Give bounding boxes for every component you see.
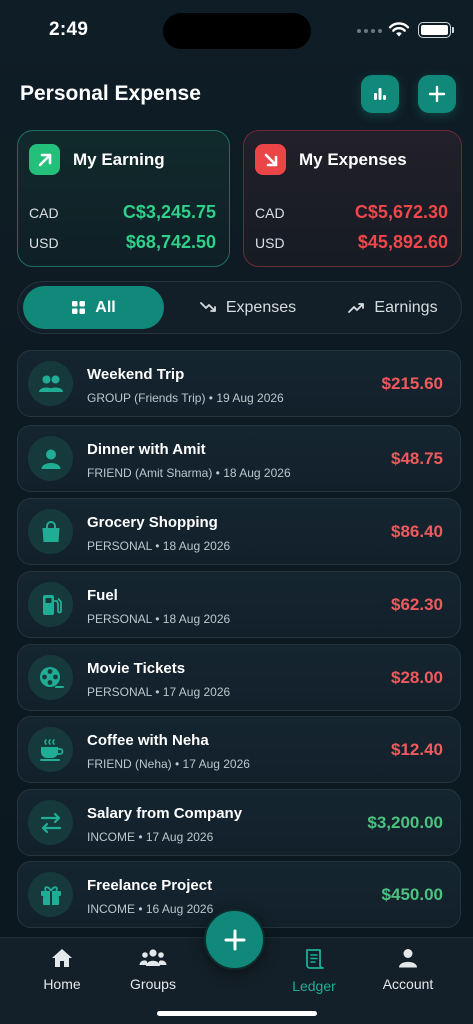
tab-earnings[interactable]: Earnings bbox=[328, 286, 458, 329]
nav-label: Ledger bbox=[292, 978, 336, 994]
tab-label: All bbox=[95, 298, 116, 316]
expenses-amount: $45,892.60 bbox=[357, 232, 448, 252]
trend-up-icon bbox=[348, 303, 365, 313]
transaction-amount: $215.60 bbox=[381, 374, 443, 393]
transaction-amount: $450.00 bbox=[381, 885, 443, 904]
signal-icon bbox=[357, 29, 382, 33]
add-transaction-fab[interactable] bbox=[204, 909, 265, 970]
transaction-subtitle: FRIEND (Amit Sharma) • 18 Aug 2026 bbox=[87, 466, 291, 480]
group-icon bbox=[28, 361, 73, 406]
plus-icon bbox=[428, 85, 446, 103]
transaction-item[interactable]: Dinner with Amit FRIEND (Amit Sharma) • … bbox=[17, 425, 461, 492]
battery-tip bbox=[452, 27, 454, 33]
transaction-amount: $62.30 bbox=[391, 595, 443, 614]
currency-label: CAD bbox=[29, 205, 59, 221]
coffee-cup-icon bbox=[28, 727, 73, 772]
plus-icon bbox=[224, 929, 245, 950]
home-indicator bbox=[157, 1011, 317, 1016]
transaction-subtitle: INCOME • 17 Aug 2026 bbox=[87, 830, 214, 844]
transaction-item[interactable]: Fuel PERSONAL • 18 Aug 2026 $62.30 bbox=[17, 571, 461, 638]
transaction-subtitle: FRIEND (Neha) • 17 Aug 2026 bbox=[87, 757, 250, 771]
home-icon bbox=[52, 949, 72, 967]
battery-icon bbox=[418, 22, 451, 38]
transaction-amount: $3,200.00 bbox=[367, 813, 443, 832]
arrow-up-right-icon bbox=[29, 144, 60, 175]
earning-row-usd: USD $68,742.50 bbox=[29, 232, 216, 253]
transaction-title: Coffee with Neha bbox=[87, 732, 209, 749]
tab-label: Earnings bbox=[374, 298, 438, 316]
earning-title: My Earning bbox=[73, 150, 165, 169]
transaction-title: Freelance Project bbox=[87, 877, 213, 894]
transaction-amount: $86.40 bbox=[391, 522, 443, 541]
nav-account[interactable]: Account bbox=[368, 948, 448, 992]
shopping-bag-icon bbox=[28, 509, 73, 554]
nav-ledger[interactable]: Ledger bbox=[274, 948, 354, 994]
transaction-subtitle: INCOME • 16 Aug 2026 bbox=[87, 902, 214, 916]
earning-card[interactable]: My Earning CAD C$3,245.75 USD $68,742.50 bbox=[17, 130, 230, 267]
transaction-title: Grocery Shopping bbox=[87, 514, 218, 531]
transaction-item[interactable]: Movie Tickets PERSONAL • 17 Aug 2026 $28… bbox=[17, 644, 461, 711]
filter-tabs: All Expenses Earnings bbox=[17, 281, 462, 334]
transaction-subtitle: PERSONAL • 18 Aug 2026 bbox=[87, 539, 231, 553]
earning-amount: $68,742.50 bbox=[125, 232, 216, 252]
transaction-title: Salary from Company bbox=[87, 805, 243, 822]
groups-icon bbox=[139, 949, 167, 966]
transfer-arrows-icon bbox=[28, 800, 73, 845]
add-button[interactable] bbox=[418, 75, 456, 113]
fuel-pump-icon bbox=[28, 582, 73, 627]
grid-icon bbox=[72, 301, 86, 314]
earning-row-cad: CAD C$3,245.75 bbox=[29, 202, 216, 223]
status-time: 2:49 bbox=[49, 19, 89, 40]
earning-amount: C$3,245.75 bbox=[122, 202, 216, 222]
transaction-title: Weekend Trip bbox=[87, 366, 185, 383]
person-icon bbox=[28, 436, 73, 481]
transaction-title: Movie Tickets bbox=[87, 660, 186, 677]
film-reel-icon bbox=[28, 655, 73, 700]
currency-label: USD bbox=[29, 235, 59, 251]
trend-down-icon bbox=[199, 302, 216, 312]
gift-icon bbox=[28, 872, 73, 917]
expenses-card[interactable]: My Expenses CAD C$5,672.30 USD $45,892.6… bbox=[243, 130, 462, 267]
stats-button[interactable] bbox=[361, 75, 399, 113]
transaction-subtitle: PERSONAL • 18 Aug 2026 bbox=[87, 612, 231, 626]
expenses-row-usd: USD $45,892.60 bbox=[255, 232, 448, 253]
transaction-item[interactable]: Salary from Company INCOME • 17 Aug 2026… bbox=[17, 789, 461, 856]
nav-home[interactable]: Home bbox=[22, 948, 102, 992]
currency-label: CAD bbox=[255, 205, 285, 221]
transaction-title: Fuel bbox=[87, 587, 118, 604]
nav-label: Account bbox=[382, 976, 434, 992]
dynamic-island bbox=[163, 13, 311, 49]
transaction-item[interactable]: Coffee with Neha FRIEND (Neha) • 17 Aug … bbox=[17, 716, 461, 783]
currency-label: USD bbox=[255, 235, 285, 251]
expenses-row-cad: CAD C$5,672.30 bbox=[255, 202, 448, 223]
page-title: Personal Expense bbox=[20, 82, 201, 105]
tab-label: Expenses bbox=[225, 298, 297, 316]
ledger-icon bbox=[306, 949, 324, 969]
transaction-item[interactable]: Weekend Trip GROUP (Friends Trip) • 19 A… bbox=[17, 350, 461, 417]
bar-chart-icon bbox=[374, 88, 386, 100]
transaction-item[interactable]: Grocery Shopping PERSONAL • 18 Aug 2026 … bbox=[17, 498, 461, 565]
transaction-amount: $28.00 bbox=[391, 668, 443, 687]
tab-expenses[interactable]: Expenses bbox=[178, 286, 318, 329]
transaction-amount: $12.40 bbox=[391, 740, 443, 759]
status-bar: 2:49 bbox=[0, 0, 473, 60]
transaction-amount: $48.75 bbox=[391, 449, 443, 468]
expenses-title: My Expenses bbox=[299, 150, 407, 169]
nav-label: Groups bbox=[130, 976, 176, 992]
transaction-subtitle: GROUP (Friends Trip) • 19 Aug 2026 bbox=[87, 391, 284, 405]
expenses-amount: C$5,672.30 bbox=[354, 202, 448, 222]
nav-groups[interactable]: Groups bbox=[113, 948, 193, 992]
tab-all[interactable]: All bbox=[23, 286, 164, 329]
arrow-down-right-icon bbox=[255, 144, 286, 175]
wifi-icon bbox=[388, 22, 410, 37]
transaction-subtitle: PERSONAL • 17 Aug 2026 bbox=[87, 685, 231, 699]
account-icon bbox=[399, 949, 417, 968]
nav-label: Home bbox=[43, 976, 81, 992]
app-screen: 2:49 Personal Expense My Earning CAD C$3… bbox=[0, 0, 473, 1024]
transaction-title: Dinner with Amit bbox=[87, 441, 206, 458]
